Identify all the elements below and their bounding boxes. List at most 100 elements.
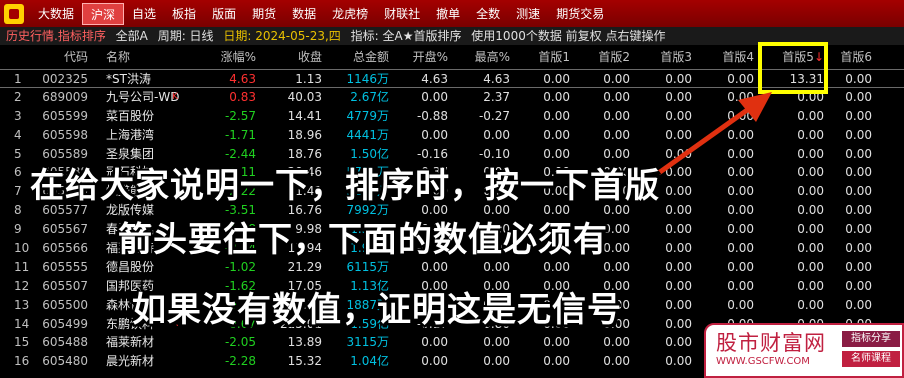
open-pct: -0.33 <box>416 241 448 256</box>
table-row[interactable]: 7 605580 恒盛能源 -2.22 11.42 5256万 0.00 0.00 0.00 0.… <box>0 182 904 201</box>
menu-item-11[interactable]: 测速 <box>508 3 548 25</box>
table-row[interactable]: 3 605599 菜百股份 -2.57 14.41 4779万 -0.88 -0.27 0.00… <box>0 107 904 126</box>
total-amount: 1.59亿 <box>334 315 389 334</box>
date-selector[interactable]: 日期: 2024-05-23,四 <box>223 29 340 43</box>
first-board-3: 0.00 <box>665 108 692 123</box>
header-b5[interactable]: 首版5↓ <box>780 45 824 69</box>
header-chg[interactable]: 涨幅% <box>212 45 256 69</box>
view-title[interactable]: 历史行情.指标排序 <box>6 29 106 43</box>
change-pct: -0.67 <box>224 316 256 331</box>
table-row[interactable]: 4 605598 上海港湾 -1.71 18.96 4441万 0.00 0.00 0.00 0.… <box>0 126 904 145</box>
change-pct: -2.04 <box>224 241 256 256</box>
table-row[interactable]: 6 605588 冠石科技 -1.11 29.46 5701万 -0.37 0.00 0.00 0… <box>0 163 904 182</box>
menu-item-6[interactable]: 数据 <box>284 3 324 25</box>
close-price: 9.98 <box>295 222 322 237</box>
amount-unit: 万 <box>376 184 389 199</box>
total-amount: 7992万 <box>334 201 389 220</box>
first-board-3: 0.00 <box>665 241 692 256</box>
open-pct: -0.17 <box>416 316 448 331</box>
menu-item-3[interactable]: 板指 <box>164 3 204 25</box>
first-board-2: 0.00 <box>603 241 630 256</box>
amount-value: 1.50 <box>350 146 377 161</box>
header-close[interactable]: 收盘 <box>280 45 322 69</box>
menu-item-2[interactable]: 自选 <box>124 3 164 25</box>
table-row[interactable]: 1 002325 *ST洪涛 4.63 1.13 1146万 4.63 4.63 0.00 0.0… <box>0 69 904 88</box>
app-logo-icon[interactable] <box>4 3 24 24</box>
change-pct: 4.63 <box>229 72 256 86</box>
first-board-4: 0.00 <box>727 259 754 274</box>
menu-item-5[interactable]: 期货 <box>244 3 284 25</box>
high-pct: 0.00 <box>483 184 510 199</box>
table-row[interactable]: 13 605500 森林包装 -0.79 12.58 1887万 0.00 0.00 0.00 0… <box>0 296 904 315</box>
table-row[interactable]: 10 605566 福莱蒽特 -2.04 17.94 1.95亿 -0.33 0.00 0.00… <box>0 239 904 258</box>
open-pct: 0.00 <box>421 259 448 274</box>
table-row[interactable]: 8 605577 龙版传媒 -3.51 16.76 7992万 0.00 0.00 0.00 0.… <box>0 201 904 220</box>
first-board-1: 0.00 <box>543 222 570 237</box>
open-pct: -0.88 <box>416 108 448 123</box>
first-board-4: 0.00 <box>727 297 754 312</box>
header-b1[interactable]: 首版1 <box>538 45 570 69</box>
first-board-4: 0.00 <box>727 222 754 237</box>
first-board-2: 0.00 <box>603 297 630 312</box>
first-board-1: 0.00 <box>543 165 570 180</box>
table-row[interactable]: 5 605589 圣泉集团 -2.44 18.76 1.50亿 -0.16 -0.10 0.00… <box>0 145 904 164</box>
close-price: 13.89 <box>287 335 322 350</box>
first-board-5: 0.00 <box>797 297 824 312</box>
open-pct: -0.16 <box>416 146 448 161</box>
menu-item-8[interactable]: 财联社 <box>376 3 428 25</box>
open-pct: 0.00 <box>421 184 448 199</box>
amount-unit: 亿 <box>376 278 389 293</box>
first-board-1: 0.00 <box>543 203 570 218</box>
menu-item-9[interactable]: 撤单 <box>428 3 468 25</box>
period-selector[interactable]: 周期: 日线 <box>158 29 214 43</box>
header-b6[interactable]: 首版6 <box>840 45 872 69</box>
change-pct: -3.51 <box>224 203 256 218</box>
stock-code: 605588 <box>42 165 88 180</box>
amount-unit: 亿 <box>376 89 389 104</box>
header-name[interactable]: 名称 <box>106 45 130 69</box>
first-board-2: 0.00 <box>603 222 630 237</box>
amount-value: 3115 <box>346 335 377 350</box>
first-board-6: 0.00 <box>845 203 872 218</box>
header-b2[interactable]: 首版2 <box>598 45 630 69</box>
first-board-3: 0.00 <box>665 146 692 161</box>
header-amount[interactable]: 总金额 <box>334 45 389 69</box>
stock-name: *ST洪涛 <box>106 72 151 86</box>
table-row[interactable]: 2 689009 九号公司-WD K 0.83 40.03 2.67亿 0.00 2.37 0.0… <box>0 88 904 107</box>
market-filter[interactable]: 全部A <box>116 29 148 43</box>
menu-item-12[interactable]: 期货交易 <box>548 3 612 25</box>
indicator-label[interactable]: 指标: 全A★首版排序 <box>351 29 462 43</box>
table-row[interactable]: 9 605567 春雪食品 -1.48 9.98 1.35亿 0.00 0.00 0.00 0.0… <box>0 220 904 239</box>
menu-item-0[interactable]: 大数据 <box>30 3 82 25</box>
menu-item-7[interactable]: 龙虎榜 <box>324 3 376 25</box>
amount-unit: 亿 <box>376 316 389 331</box>
first-board-1: 0.00 <box>543 72 570 86</box>
amount-value: 1.04 <box>350 354 377 369</box>
first-board-2: 0.00 <box>603 335 630 350</box>
row-index: 10 <box>14 241 30 256</box>
table-row[interactable]: 11 605555 德昌股份 -1.02 21.29 6115万 0.00 0.00 0.00 0… <box>0 258 904 277</box>
amount-unit: 亿 <box>376 146 389 161</box>
close-price: 18.96 <box>287 127 322 142</box>
header-b4[interactable]: 首版4 <box>722 45 754 69</box>
amount-unit: 万 <box>376 165 389 180</box>
watermark-tag-courses: 名师课程 <box>842 351 900 367</box>
amount-value: 4441 <box>346 127 377 142</box>
menu-item-10[interactable]: 全数 <box>468 3 508 25</box>
header-open[interactable]: 开盘% <box>412 45 448 69</box>
close-price: 1.13 <box>295 72 322 86</box>
header-high[interactable]: 最高% <box>472 45 510 69</box>
close-price: 17.05 <box>287 278 322 293</box>
first-board-3: 0.00 <box>665 335 692 350</box>
first-board-4: 0.00 <box>727 184 754 199</box>
amount-unit: 万 <box>376 127 389 142</box>
first-board-4: 0.00 <box>727 89 754 104</box>
high-pct: 0.00 <box>483 127 510 142</box>
header-code[interactable]: 代码 <box>40 45 88 69</box>
header-b3[interactable]: 首版3 <box>660 45 692 69</box>
menu-item-4[interactable]: 版面 <box>204 3 244 25</box>
menu-item-1[interactable]: 沪深 <box>82 2 125 25</box>
first-board-3: 0.00 <box>665 203 692 218</box>
table-row[interactable]: 12 605507 国邦医药 -1.62 17.05 1.13亿 0.00 0.00 0.00 0… <box>0 277 904 296</box>
first-board-3: 0.00 <box>665 278 692 293</box>
